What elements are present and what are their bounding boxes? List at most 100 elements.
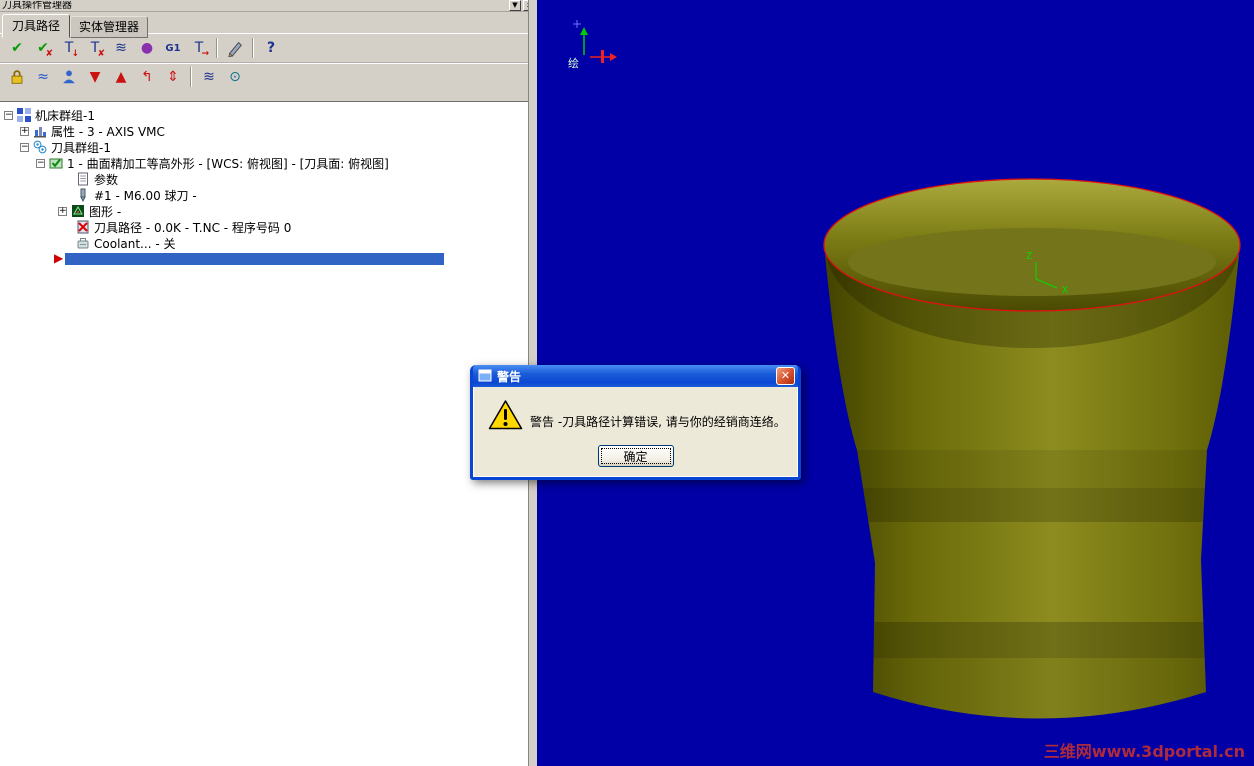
g1-icon: G1 — [165, 42, 181, 54]
check-x-icon: ✔ — [37, 40, 49, 56]
tab-solids-manager[interactable]: 实体管理器 — [70, 16, 149, 38]
tree-item-geometry[interactable]: + 图形 - — [0, 203, 528, 219]
verify-solid-icon: ● — [140, 40, 154, 56]
move-insert-up-button[interactable]: ▲ — [108, 66, 134, 89]
display-options-button[interactable] — [56, 66, 82, 89]
post-icon: T — [194, 40, 204, 56]
scroll-insert-button[interactable]: ⇕ — [160, 66, 186, 89]
operations-manager-panel: 刀具操作管理器 ▼ x 刀具路径实体管理器 ✔ ✔✘ T↓ T✘ ≋ ● G1 … — [0, 0, 537, 766]
tool-group-icon — [33, 140, 47, 154]
svg-text:Z: Z — [1026, 251, 1032, 262]
tree-item-label: #1 - M6.00 球刀 - — [94, 188, 197, 203]
parameters-doc-icon — [78, 172, 88, 186]
lock-icon — [11, 70, 23, 84]
toolbar-separator — [216, 38, 218, 58]
tree-item-properties[interactable]: + 属性 - 3 - AXIS VMC — [0, 123, 528, 139]
toolpath-display-button[interactable]: ≋ — [108, 37, 134, 60]
dialog-titlebar[interactable]: 警告 ✕ — [473, 365, 798, 387]
tree-item-label: 属性 - 3 - AXIS VMC — [51, 124, 165, 139]
properties-chart-icon — [34, 127, 46, 138]
expander-icon[interactable]: − — [4, 110, 13, 120]
triangle-up-icon: ▲ — [115, 69, 127, 85]
insertion-marker-row[interactable]: ▶ — [0, 251, 528, 266]
insertion-highlight-bar[interactable] — [65, 252, 445, 265]
warning-triangle-icon — [488, 400, 523, 430]
chisel-tool-icon — [228, 41, 242, 57]
tree-item-machine-group[interactable]: − 机床群组-1 — [0, 107, 528, 123]
svg-text:X: X — [1062, 285, 1068, 296]
dialog-title: 警告 — [497, 369, 522, 384]
toolpath-trim-button[interactable]: ≋ — [196, 66, 222, 89]
help-button[interactable]: ? — [258, 37, 284, 60]
svg-text:绘: 绘 — [568, 56, 579, 70]
corner-arrow-icon: ↰ — [141, 69, 153, 85]
tree-item-toolpath[interactable]: 刀具路径 - 0.0K - T.NC - 程序号码 0 — [0, 219, 528, 235]
expander-icon[interactable]: − — [20, 142, 29, 152]
ok-button[interactable]: 确定 — [597, 445, 674, 467]
tree-item-tool[interactable]: #1 - M6.00 球刀 - — [0, 187, 528, 203]
dialog-close-button[interactable]: ✕ — [776, 367, 795, 385]
tree-item-label: 参数 — [94, 172, 119, 187]
move-insert-arrow-button[interactable]: ↰ — [134, 66, 160, 89]
waves-icon: ≋ — [203, 69, 215, 85]
manager-tabs: 刀具路径 实体管理器 — [0, 12, 537, 38]
sub-mark: ✘ — [97, 48, 105, 59]
wcs-gizmo-icon: 绘 — [568, 20, 617, 70]
toolpath-file-icon — [77, 220, 89, 234]
verify-button[interactable]: ● — [134, 37, 160, 60]
toolpath-visibility-button[interactable]: ≈ — [30, 66, 56, 89]
backplot-button[interactable]: G1 — [160, 37, 186, 60]
ball-mill-icon — [80, 188, 86, 202]
edit-tool-button[interactable] — [222, 37, 248, 60]
tree-item-tool-group[interactable]: − 刀具群组-1 — [0, 139, 528, 155]
regenerate-all-icon: T — [90, 40, 100, 56]
regenerate-all-button[interactable]: T ✘ — [82, 37, 108, 60]
toolbar-row-2: ≈ ▼ ▲ ↰ ⇕ ≋ ⊙ — [0, 62, 537, 91]
sub-mark: → — [201, 48, 209, 59]
panel-minimize-button[interactable]: ▼ — [509, 0, 521, 11]
sub-mark: ✘ — [45, 48, 53, 59]
operations-tree: − 机床群组-1 + 属性 - 3 - AXIS VMC − 刀具群组-1 − … — [0, 101, 528, 766]
tab-toolpaths[interactable]: 刀具路径 — [2, 14, 71, 38]
screen: 刀具操作管理器 ▼ x 刀具路径实体管理器 ✔ ✔✘ T↓ T✘ ≋ ● G1 … — [0, 0, 1254, 766]
dialog-message: 警告 -刀具路径计算错误, 请与你的经销商连络。 — [530, 415, 786, 429]
insert-arrow-icon: ▶ — [54, 251, 64, 265]
cup-model — [823, 178, 1241, 719]
move-insert-down-button[interactable]: ▼ — [82, 66, 108, 89]
machine-group-icon — [17, 108, 31, 122]
expander-icon[interactable]: + — [20, 126, 29, 136]
tree-item-label: 刀具群组-1 — [51, 140, 111, 155]
tree-item-coolant[interactable]: Coolant... - 关 — [0, 235, 528, 251]
sub-mark: ↓ — [71, 48, 79, 59]
check-icon: ✔ — [11, 40, 23, 56]
post-button[interactable]: T → — [186, 37, 212, 60]
toolbar-row-1: ✔ ✔ ✘ T ↓ T ✘ ≋ ● G1 T → ? — [0, 33, 537, 62]
geometry-icon — [72, 205, 84, 217]
expander-icon[interactable]: − — [36, 158, 45, 168]
triangle-down-icon: ▼ — [89, 69, 101, 85]
operation-check-icon — [49, 158, 63, 169]
circle-icon: ⊙ — [229, 69, 241, 85]
warning-dialog: 警告 ✕ 警告 -刀具路径计算错误, 请与你的经销商连络。 确定 — [470, 365, 801, 480]
feed-optimize-button[interactable]: ⊙ — [222, 66, 248, 89]
lock-button[interactable] — [4, 66, 30, 89]
dialog-window-icon — [478, 369, 492, 382]
watermark-text: 三维网www.3dportal.cn — [1044, 742, 1245, 761]
regenerate-selected-button[interactable]: T ↓ — [56, 37, 82, 60]
tree-item-parameters[interactable]: 参数 — [0, 171, 528, 187]
expander-icon[interactable]: + — [58, 206, 67, 216]
select-all-operations-button[interactable]: ✔ — [4, 37, 30, 60]
panel-titlebar: 刀具操作管理器 ▼ x — [0, 0, 537, 12]
toolpath-waves-icon: ≋ — [115, 40, 127, 56]
tree-item-operation-1[interactable]: − 1 - 曲面精加工等高外形 - [WCS: 俯视图] - [刀具面: 俯视图… — [0, 155, 528, 171]
tree-item-label: 1 - 曲面精加工等高外形 - [WCS: 俯视图] - [刀具面: 俯视图] — [67, 156, 389, 171]
clear-selection-button[interactable]: ✔ ✘ — [30, 37, 56, 60]
wave-icon: ≈ — [37, 69, 49, 85]
toolbar-separator — [252, 38, 254, 58]
up-down-arrow-icon: ⇕ — [167, 69, 179, 85]
dialog-body: 警告 -刀具路径计算错误, 请与你的经销商连络。 确定 — [473, 387, 798, 477]
tree-item-label: 图形 - — [89, 204, 122, 219]
tree-item-label: 机床群组-1 — [35, 108, 95, 123]
tree-item-label: 刀具路径 - 0.0K - T.NC - 程序号码 0 — [94, 220, 292, 235]
toolbar-separator — [190, 67, 192, 87]
